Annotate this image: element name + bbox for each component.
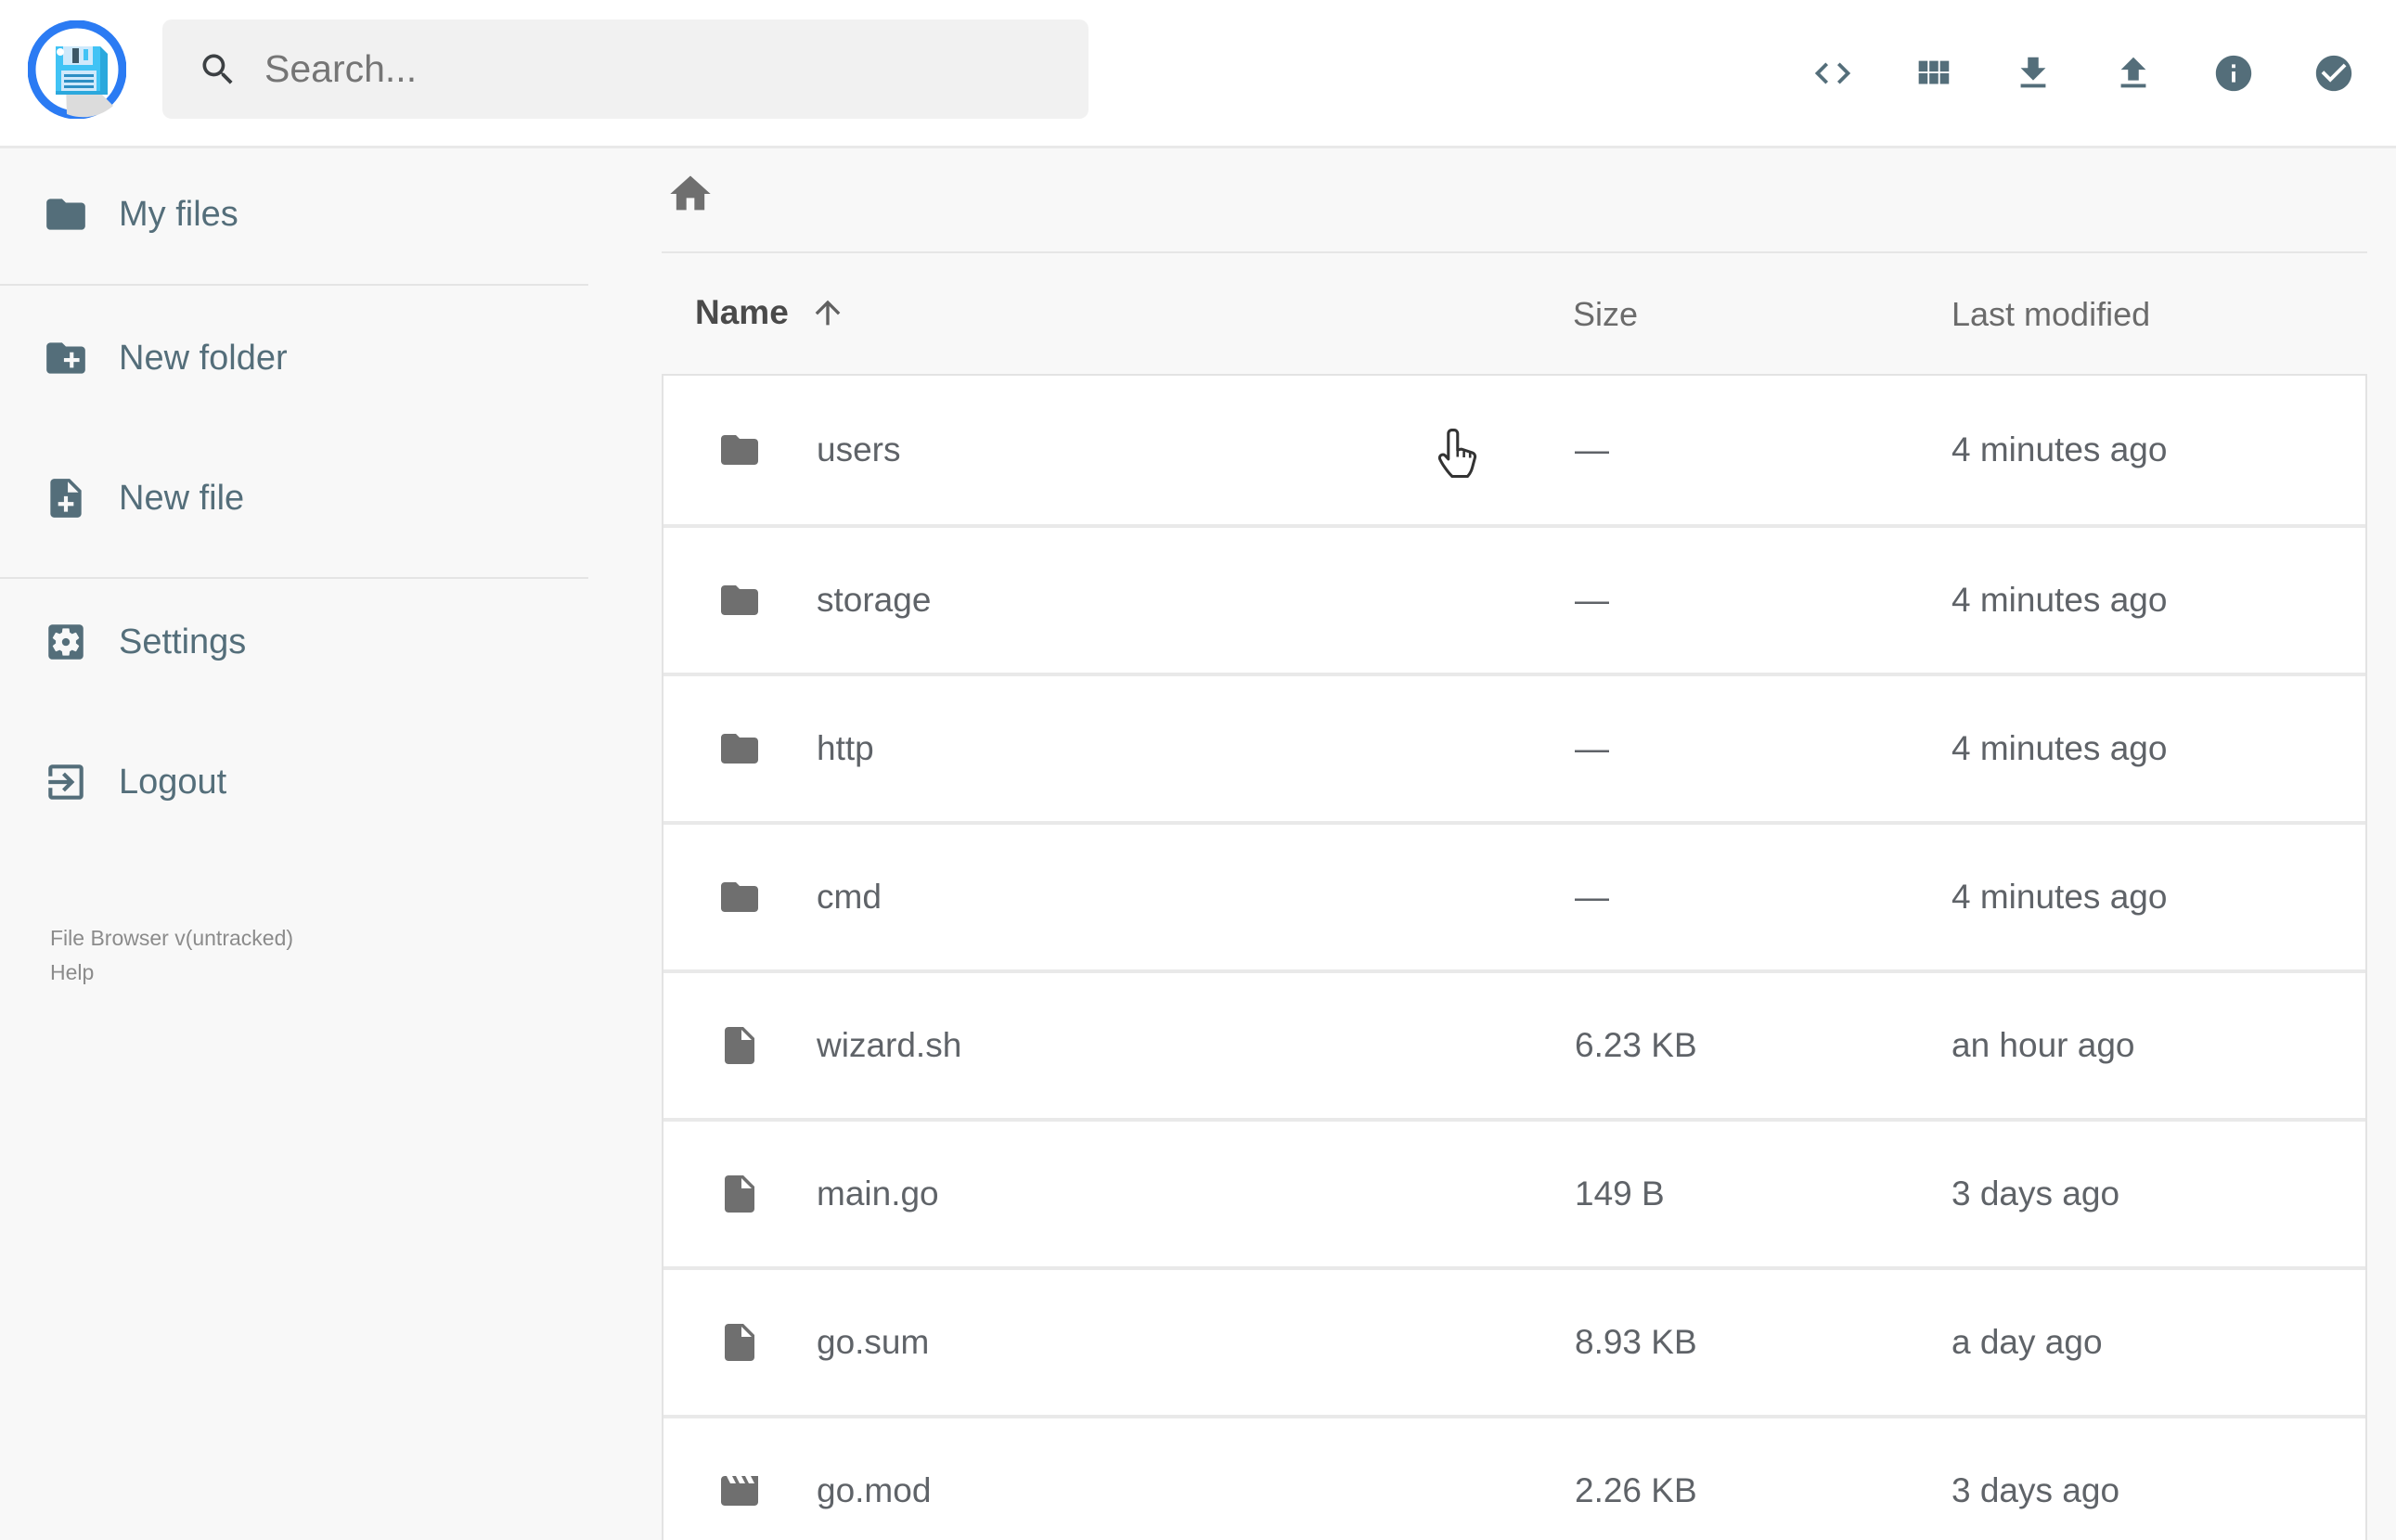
file-size: 149 B [1575, 1174, 1665, 1213]
file-modified: an hour ago [1952, 1026, 2135, 1064]
file-type-icon [717, 578, 762, 622]
file-modified: 4 minutes ago [1952, 729, 2168, 767]
file-size: 6.23 KB [1575, 1026, 1697, 1064]
sidebar-divider [0, 577, 588, 579]
file-size: — [1575, 581, 1609, 619]
file-type-icon [717, 1172, 762, 1216]
new-folder-icon [43, 335, 89, 381]
file-row[interactable]: users — 4 minutes ago [663, 376, 2365, 524]
file-icon [725, 1175, 754, 1213]
shell-icon[interactable] [1811, 52, 1854, 95]
file-row[interactable]: go.mod 2.26 KB 3 days ago [663, 1415, 2365, 1540]
file-row[interactable]: main.go 149 B 3 days ago [663, 1118, 2365, 1266]
sidebar-item-label: Settings [119, 622, 247, 661]
logout-icon [43, 759, 89, 805]
sort-by-name-header[interactable]: Name [695, 293, 846, 332]
sort-ascending-arrow-icon [809, 294, 846, 331]
file-name: wizard.sh [817, 1026, 962, 1064]
file-size: — [1575, 878, 1609, 916]
file-type-icon [717, 1023, 762, 1068]
file-name: http [817, 729, 874, 767]
upload-icon[interactable] [2112, 52, 2155, 95]
breadcrumb-divider [662, 251, 2367, 253]
search-icon [198, 49, 238, 90]
file-row[interactable]: storage — 4 minutes ago [663, 524, 2365, 673]
listing-header: Name Size Last modified [662, 293, 2367, 338]
file-name: main.go [817, 1174, 939, 1213]
download-icon[interactable] [2012, 52, 2055, 95]
file-icon [725, 1027, 754, 1064]
file-size: 2.26 KB [1575, 1471, 1697, 1509]
topbar-actions [1811, 0, 2355, 146]
sidebar-item-settings[interactable]: Settings [0, 605, 588, 679]
sort-by-size-header[interactable]: Size [1573, 295, 1638, 334]
file-size: — [1575, 729, 1609, 767]
sort-by-modified-header[interactable]: Last modified [1952, 295, 2150, 334]
movie-icon [721, 1476, 758, 1506]
sidebar-item-my-files[interactable]: My files [0, 177, 588, 251]
sidebar-item-label: New folder [119, 338, 288, 378]
file-modified: 4 minutes ago [1952, 878, 2168, 916]
file-type-icon [717, 1320, 762, 1365]
folder-icon [721, 882, 758, 912]
search-bar[interactable] [162, 19, 1089, 119]
breadcrumb-home-icon[interactable] [666, 170, 715, 218]
folder-icon [721, 585, 758, 615]
file-type-icon [717, 428, 762, 472]
folder-icon [43, 191, 89, 237]
file-modified: 3 days ago [1952, 1174, 2120, 1213]
file-type-icon [717, 726, 762, 771]
file-row[interactable]: cmd — 4 minutes ago [663, 821, 2365, 969]
file-name: cmd [817, 878, 882, 916]
file-row[interactable]: wizard.sh 6.23 KB an hour ago [663, 969, 2365, 1118]
file-listing: users — 4 minutes ago storage — 4 minute… [662, 374, 2367, 1540]
file-name: go.sum [817, 1323, 930, 1361]
file-name: go.mod [817, 1471, 932, 1509]
top-bar [0, 0, 2396, 148]
sidebar-divider [0, 284, 588, 286]
sidebar-item-label: New file [119, 478, 245, 518]
name-header-label: Name [695, 293, 789, 331]
new-file-icon [43, 475, 89, 521]
sidebar-footer: File Browser v(untracked) Help [50, 921, 293, 990]
file-name: storage [817, 581, 932, 619]
folder-icon [721, 435, 758, 465]
file-browser-logo[interactable] [28, 20, 126, 119]
sidebar-item-logout[interactable]: Logout [0, 745, 588, 819]
help-link[interactable]: Help [50, 956, 293, 990]
select-multiple-check-icon[interactable] [2312, 52, 2355, 95]
file-modified: 4 minutes ago [1952, 581, 2168, 619]
file-row[interactable]: go.sum 8.93 KB a day ago [663, 1266, 2365, 1415]
floppy-disk-icon [28, 20, 126, 119]
sidebar-item-label: Logout [119, 762, 227, 802]
file-row[interactable]: http — 4 minutes ago [663, 673, 2365, 821]
file-modified: a day ago [1952, 1323, 2103, 1361]
search-input[interactable] [264, 47, 1053, 91]
file-size: — [1575, 430, 1609, 468]
sidebar-item-new-folder[interactable]: New folder [0, 321, 588, 395]
file-size: 8.93 KB [1575, 1323, 1697, 1361]
sidebar-item-new-file[interactable]: New file [0, 461, 588, 535]
file-icon [725, 1324, 754, 1361]
sidebar: My files New folder New file Settings Lo… [0, 148, 588, 1540]
file-type-icon [717, 875, 762, 919]
file-name: users [817, 430, 901, 468]
file-type-icon [717, 1469, 762, 1513]
settings-icon [43, 619, 89, 665]
file-modified: 3 days ago [1952, 1471, 2120, 1509]
file-modified: 4 minutes ago [1952, 430, 2168, 468]
switch-view-grid-icon[interactable] [1912, 52, 1954, 95]
app-version: File Browser v(untracked) [50, 926, 294, 950]
folder-icon [721, 734, 758, 764]
info-icon[interactable] [2212, 52, 2255, 95]
sidebar-item-label: My files [119, 194, 238, 234]
